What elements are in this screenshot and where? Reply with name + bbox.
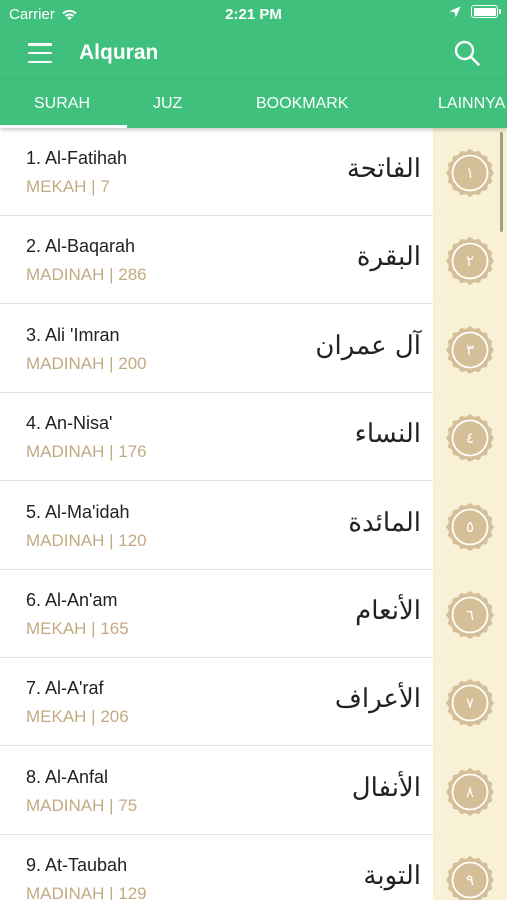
surah-name: 5. Al-Ma'idah bbox=[26, 501, 130, 522]
surah-arabic-title: الأنفال bbox=[351, 772, 421, 803]
surah-number: ٩ bbox=[465, 871, 475, 890]
surah-number-badge: ٣ bbox=[446, 325, 494, 374]
surah-row-7[interactable]: 7. Al-A'raf MEKAH | 206 الأعراف ٧ bbox=[0, 658, 507, 747]
surah-meta: MADINAH | 120 bbox=[26, 530, 147, 550]
status-time: 2:21 PM bbox=[225, 6, 282, 23]
surah-arabic-title: الفاتحة bbox=[346, 154, 421, 184]
surah-meta: MADINAH | 286 bbox=[26, 265, 147, 285]
tab-bookmark[interactable]: BOOKMARK bbox=[256, 79, 348, 129]
app-title: Alquran bbox=[79, 41, 159, 64]
surah-name: 8. Al-Anfal bbox=[26, 766, 109, 787]
status-icons bbox=[449, 5, 501, 18]
surah-name: 2. Al-Baqarah bbox=[26, 236, 136, 257]
tab-bar: SURAH JUZ BOOKMARK LAINNYA bbox=[0, 78, 507, 128]
hamburger-menu-icon[interactable] bbox=[28, 43, 52, 63]
battery-icon bbox=[471, 5, 501, 18]
search-icon[interactable] bbox=[453, 39, 481, 67]
surah-meta: MADINAH | 129 bbox=[26, 884, 147, 900]
surah-number-badge: ٤ bbox=[446, 414, 494, 463]
surah-name: 9. At-Taubah bbox=[26, 855, 128, 876]
surah-number-badge: ٥ bbox=[446, 502, 494, 551]
surah-number-badge: ٨ bbox=[446, 767, 494, 816]
surah-number-badge: ٩ bbox=[446, 856, 494, 900]
surah-arabic-title: الأنعام bbox=[355, 596, 421, 626]
surah-number: ٤ bbox=[465, 429, 475, 448]
surah-meta: MADINAH | 176 bbox=[26, 442, 147, 462]
surah-number: ٦ bbox=[465, 606, 475, 624]
tab-lainnya[interactable]: LAINNYA bbox=[438, 79, 505, 129]
surah-row-3[interactable]: 3. Ali 'Imran MADINAH | 200 آل عمران ٣ bbox=[0, 305, 507, 393]
tab-juz[interactable]: JUZ bbox=[153, 79, 182, 129]
surah-arabic-title: المائدة bbox=[348, 507, 421, 538]
surah-number: ٨ bbox=[465, 782, 475, 801]
surah-meta: MADINAH | 75 bbox=[26, 795, 138, 815]
surah-row-2[interactable]: 2. Al-Baqarah MADINAH | 286 البقرة ٢ bbox=[0, 216, 507, 305]
surah-number: ٥ bbox=[465, 517, 475, 536]
surah-arabic-title: النساء bbox=[354, 419, 421, 450]
surah-name: 3. Ali 'Imran bbox=[26, 324, 120, 345]
surah-number: ٣ bbox=[465, 340, 475, 359]
surah-number: ٢ bbox=[465, 252, 475, 271]
app-screen: Carrier 2:21 PM Alquran SURAH JUZ BOOKMA… bbox=[0, 0, 507, 900]
surah-number-badge: ٢ bbox=[446, 237, 494, 286]
surah-arabic-title: الأعراف bbox=[334, 684, 421, 715]
surah-row-6[interactable]: 6. Al-An'am MEKAH | 165 الأنعام ٦ bbox=[0, 570, 507, 658]
surah-number-badge: ١ bbox=[446, 149, 494, 197]
surah-row-5[interactable]: 5. Al-Ma'idah MADINAH | 120 المائدة ٥ bbox=[0, 482, 507, 570]
surah-arabic-title: التوبة bbox=[363, 861, 421, 892]
surah-meta: MADINAH | 200 bbox=[26, 353, 147, 373]
surah-meta: MEKAH | 206 bbox=[26, 707, 129, 727]
surah-row-8[interactable]: 8. Al-Anfal MADINAH | 75 الأنفال ٨ bbox=[0, 747, 507, 835]
surah-number-badge: ٦ bbox=[446, 591, 494, 639]
surah-meta: MEKAH | 165 bbox=[26, 619, 129, 638]
surah-name: 4. An-Nisa' bbox=[26, 413, 113, 434]
surah-row-1[interactable]: 1. Al-Fatihah MEKAH | 7 الفاتحة ١ bbox=[0, 128, 507, 216]
surah-row-4[interactable]: 4. An-Nisa' MADINAH | 176 النساء ٤ bbox=[0, 393, 507, 482]
surah-number: ١ bbox=[465, 164, 475, 182]
surah-number-badge: ٧ bbox=[446, 679, 494, 728]
surah-number: ٧ bbox=[465, 694, 475, 713]
app-bar: Alquran bbox=[0, 30, 507, 78]
surah-arabic-title: آل عمران bbox=[315, 330, 421, 361]
scrollbar[interactable] bbox=[500, 132, 503, 232]
surah-list[interactable]: 1. Al-Fatihah MEKAH | 7 الفاتحة ١ 2. Al-… bbox=[0, 128, 507, 900]
location-arrow-icon bbox=[449, 6, 461, 17]
status-bar: Carrier 2:21 PM bbox=[0, 0, 507, 30]
surah-row-9[interactable]: 9. At-Taubah MADINAH | 129 التوبة ٩ bbox=[0, 835, 507, 900]
surah-name: 6. Al-An'am bbox=[26, 590, 118, 610]
surah-name: 7. Al-A'raf bbox=[26, 678, 104, 699]
tab-surah[interactable]: SURAH bbox=[34, 79, 90, 129]
surah-meta: MEKAH | 7 bbox=[26, 177, 110, 196]
surah-arabic-title: البقرة bbox=[356, 242, 421, 273]
surah-name: 1. Al-Fatihah bbox=[26, 148, 128, 168]
active-tab-indicator bbox=[0, 125, 127, 128]
